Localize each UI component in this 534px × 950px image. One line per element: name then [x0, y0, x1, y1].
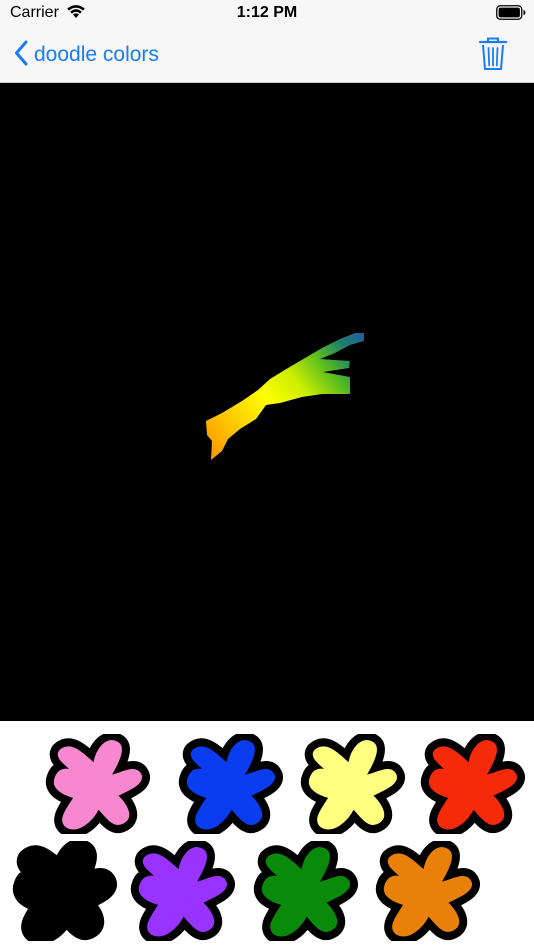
doodle-stroke	[206, 333, 364, 460]
swatch-red[interactable]	[416, 734, 528, 834]
trash-button[interactable]	[478, 37, 508, 71]
swatch-green[interactable]	[249, 841, 361, 941]
swatch-black[interactable]	[8, 841, 120, 941]
drawing-canvas[interactable]	[0, 83, 534, 721]
swatch-light-yellow[interactable]	[296, 734, 408, 834]
swatch-purple[interactable]	[126, 841, 238, 941]
status-bar: Carrier 1:12 PM	[0, 0, 534, 28]
chevron-left-icon	[14, 40, 28, 71]
trash-icon	[478, 37, 508, 75]
back-label: doodle colors	[34, 43, 159, 66]
swatch-orange[interactable]	[371, 841, 483, 941]
color-palette	[0, 721, 534, 950]
battery-icon	[496, 5, 526, 25]
swatch-blue[interactable]	[174, 734, 286, 834]
swatch-pink[interactable]	[41, 734, 153, 834]
status-time: 1:12 PM	[236, 4, 298, 21]
navigation-bar: doodle colors	[0, 28, 534, 83]
back-button[interactable]: doodle colors	[14, 40, 159, 70]
